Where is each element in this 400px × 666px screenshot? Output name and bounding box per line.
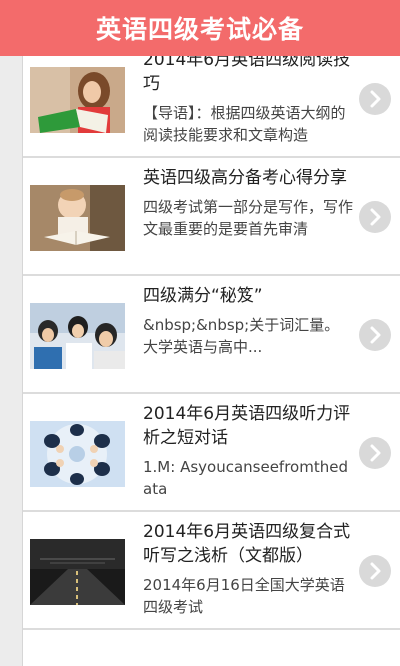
article-summary: 2014年6月16日全国大学英语四级考试 [143, 576, 345, 616]
article-texts: 2014年6月英语四级复合式听写之浅析（文都版） 2014年6月16日全国大学英… [143, 520, 353, 626]
article-summary: 【导语】：根据四级英语大纲的阅读技能要求和文章构造 [143, 104, 346, 144]
baby-reading-image [30, 185, 125, 251]
list-item[interactable]: 2014年6月英语四级阅读技巧 【导语】：根据四级英语大纲的阅读技能要求和文章构… [23, 56, 400, 158]
list-item[interactable]: 2014年6月英语四级听力评析之短对话 1.M: Asyoucanseefrom… [23, 394, 400, 512]
article-title: 2014年6月英语四级听力评析之短对话 [143, 404, 351, 448]
list-item[interactable]: 2014年6月英语四级复合式听写之浅析（文都版） 2014年6月16日全国大学英… [23, 512, 400, 630]
students-studying-image [30, 303, 125, 369]
article-list[interactable]: 2014年6月英语四级阅读技巧 【导语】：根据四级英语大纲的阅读技能要求和文章构… [22, 56, 400, 666]
article-summary: 四级考试第一部分是写作，写作文最重要的是要首先审清 [143, 198, 353, 238]
article-texts: 四级满分“秘笈” &nbsp;&nbsp;关于词汇量。大学英语与高中... [143, 284, 353, 390]
article-title: 英语四级高分备考心得分享 [143, 168, 347, 188]
graduates-circle-image [30, 421, 125, 487]
article-texts: 英语四级高分备考心得分享 四级考试第一部分是写作，写作文最重要的是要首先审清 [143, 166, 353, 272]
article-summary: 1.M: Asyoucanseefromthedata [143, 458, 348, 498]
chevron-right-icon[interactable] [359, 555, 391, 587]
chevron-right-icon[interactable] [359, 319, 391, 351]
article-title: 四级满分“秘笈” [143, 286, 263, 306]
title-bar: 英语四级考试必备 [0, 0, 400, 56]
chevron-right-icon[interactable] [359, 83, 391, 115]
chevron-right-icon[interactable] [359, 201, 391, 233]
article-title: 2014年6月英语四级复合式听写之浅析（文都版） [143, 522, 351, 566]
article-thumbnail [30, 539, 125, 605]
article-thumbnail [30, 421, 125, 487]
app-screen: 英语四级考试必备 2014年6月英语四级阅读技巧 【导语】：根据四级英语大纲的阅… [0, 0, 400, 666]
girl-reading-image [30, 67, 125, 133]
article-thumbnail [30, 303, 125, 369]
list-item[interactable]: 四级满分“秘笈” &nbsp;&nbsp;关于词汇量。大学英语与高中... [23, 276, 400, 394]
article-texts: 2014年6月英语四级听力评析之短对话 1.M: Asyoucanseefrom… [143, 402, 353, 508]
article-summary: &nbsp;&nbsp;关于词汇量。大学英语与高中... [143, 316, 340, 356]
dark-road-image [30, 539, 125, 605]
article-list-content: 2014年6月英语四级阅读技巧 【导语】：根据四级英语大纲的阅读技能要求和文章构… [23, 56, 400, 630]
article-thumbnail [30, 67, 125, 133]
article-title: 2014年6月英语四级阅读技巧 [143, 56, 351, 94]
list-item[interactable]: 英语四级高分备考心得分享 四级考试第一部分是写作，写作文最重要的是要首先审清 [23, 158, 400, 276]
article-thumbnail [30, 185, 125, 251]
page-title: 英语四级考试必备 [95, 15, 304, 44]
chevron-right-icon[interactable] [359, 437, 391, 469]
article-texts: 2014年6月英语四级阅读技巧 【导语】：根据四级英语大纲的阅读技能要求和文章构… [143, 56, 353, 154]
